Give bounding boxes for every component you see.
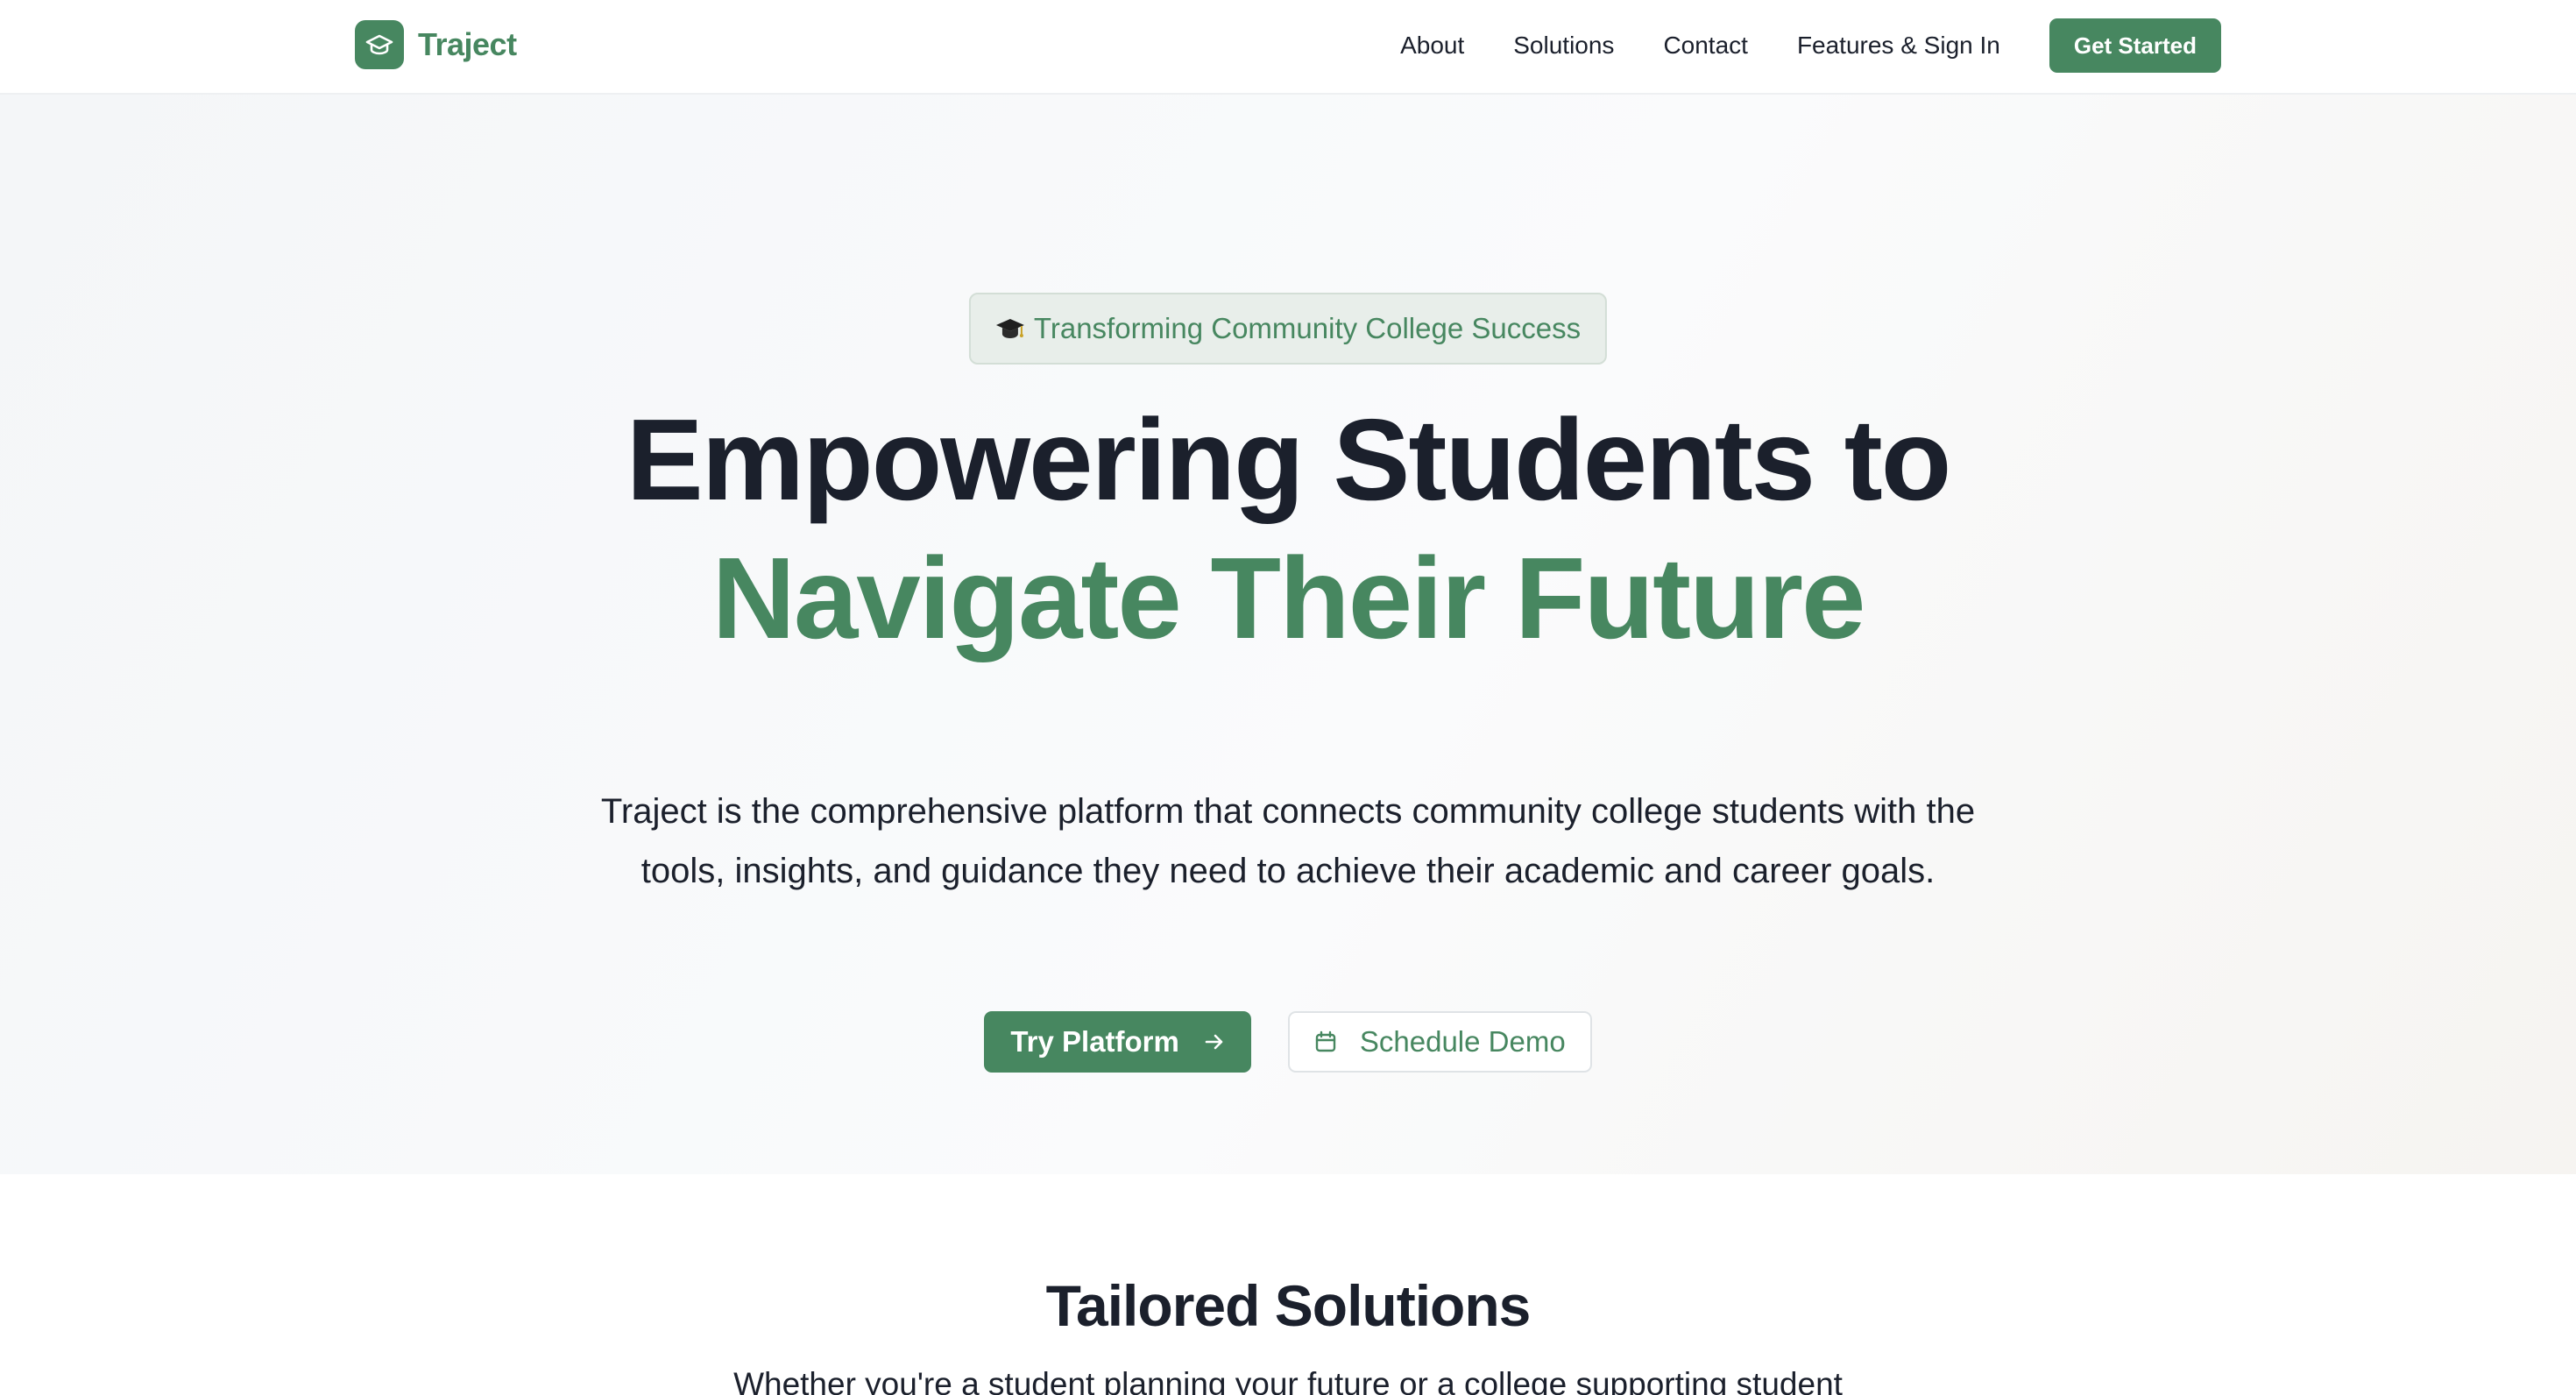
- solutions-title: Tailored Solutions: [1045, 1273, 1532, 1338]
- try-platform-button[interactable]: Try Platform: [984, 1011, 1251, 1073]
- nav-links: About Solutions Contact Features & Sign …: [1400, 18, 2221, 73]
- brand-logo-link[interactable]: Traject: [355, 19, 517, 70]
- graduation-cap-emoji-icon: [995, 315, 1025, 342]
- try-platform-label: Try Platform: [1010, 1025, 1179, 1058]
- nav-link-contact[interactable]: Contact: [1663, 32, 1748, 60]
- hero-badge-text: Transforming Community College Success: [1033, 312, 1582, 344]
- arrow-right-icon: [1204, 1032, 1225, 1052]
- solutions-subtitle: Whether you're a student planning your f…: [733, 1366, 1843, 1395]
- get-started-button[interactable]: Get Started: [2049, 18, 2221, 73]
- hero-section: Transforming Community College Success E…: [0, 95, 2576, 1174]
- brand-name: Traject: [418, 26, 517, 62]
- hero-headline-line1: Empowering Students to: [626, 395, 1952, 524]
- hero-headline-line2: Navigate Their Future: [711, 534, 1866, 662]
- hero-badge: Transforming Community College Success: [968, 293, 1608, 365]
- graduation-cap-icon: [355, 20, 404, 69]
- hero-headline: Empowering Students to Navigate Their Fu…: [0, 391, 2576, 668]
- nav-link-solutions[interactable]: Solutions: [1513, 32, 1614, 60]
- schedule-demo-button[interactable]: Schedule Demo: [1287, 1011, 1592, 1073]
- hero-subtitle: Traject is the comprehensive platform th…: [600, 792, 1976, 890]
- solutions-section: Tailored Solutions Whether you're a stud…: [0, 1174, 2576, 1395]
- schedule-demo-label: Schedule Demo: [1359, 1025, 1566, 1058]
- calendar-icon: [1314, 1030, 1337, 1053]
- top-navigation: Traject About Solutions Contact Features…: [0, 0, 2576, 95]
- hero-buttons: Try Platform Schedule Demo: [0, 1011, 2576, 1073]
- nav-link-about[interactable]: About: [1400, 32, 1464, 60]
- nav-link-features-sign-in[interactable]: Features & Sign In: [1797, 32, 2000, 60]
